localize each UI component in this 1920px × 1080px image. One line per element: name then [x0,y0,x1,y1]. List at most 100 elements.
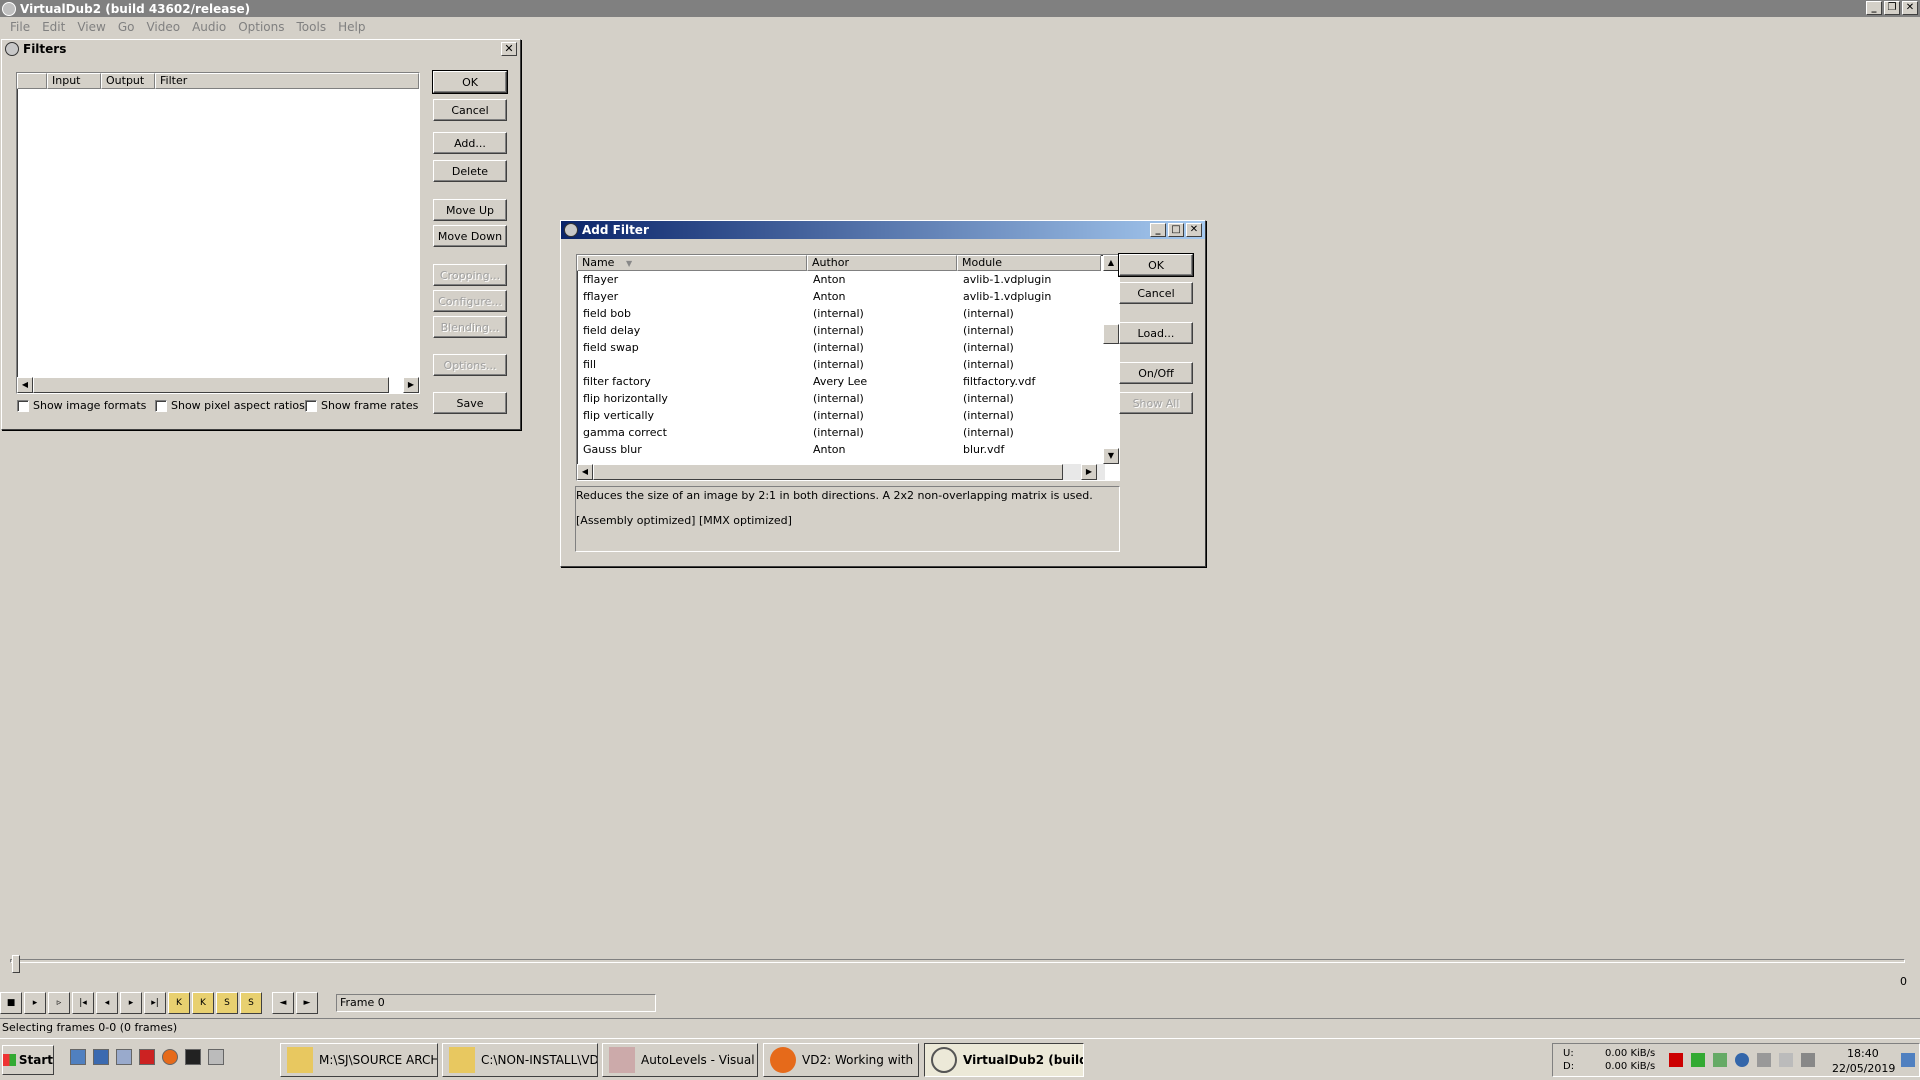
vertical-scrollbar-thumb[interactable] [1103,324,1119,344]
list-item[interactable]: Gauss blur Anton blur.vdf [577,441,1101,458]
add-filter-ok-button[interactable]: OK [1118,253,1194,277]
menu-video[interactable]: Video [140,20,186,34]
explorer-icon[interactable] [93,1049,109,1065]
list-item[interactable]: fflayer Anton avlib-1.vdplugin [577,271,1101,288]
scene-back-icon[interactable]: S [216,992,238,1014]
add-filter-minimize-button[interactable]: _ [1150,223,1166,237]
restore-button[interactable]: ❐ [1884,1,1900,15]
show-pixel-aspect-ratios-checkbox[interactable]: Show pixel aspect ratios [155,399,305,412]
menu-edit[interactable]: Edit [36,20,71,34]
on-off-button[interactable]: On/Off [1119,362,1193,384]
column-header-author[interactable]: Author [807,255,957,271]
show-image-formats-checkbox[interactable]: Show image formats [17,399,146,412]
mark-out-icon[interactable]: ► [296,992,318,1014]
terminal-icon[interactable] [185,1049,201,1065]
move-up-button[interactable]: Move Up [433,199,507,221]
column-header-name[interactable]: Name ▼ [577,255,807,271]
scroll-up-arrow-icon[interactable]: ▲ [1103,255,1119,271]
tray-flag-icon[interactable] [1779,1053,1793,1067]
scene-forward-icon[interactable]: S [240,992,262,1014]
list-item[interactable]: field delay (internal) (internal) [577,322,1101,339]
list-item[interactable]: flip horizontally (internal) (internal) [577,390,1101,407]
play-output-icon[interactable]: ▹ [48,992,70,1014]
next-key-icon[interactable]: K [192,992,214,1014]
show-all-button[interactable]: Show All [1119,392,1193,414]
go-end-icon[interactable]: ▸| [144,992,166,1014]
start-button[interactable]: Start [2,1045,54,1075]
filters-ok-button[interactable]: OK [432,70,508,94]
prev-frame-icon[interactable]: ◂ [96,992,118,1014]
list-item[interactable]: field bob (internal) (internal) [577,305,1101,322]
taskbar-item-source-archive[interactable]: M:\SJ\SOURCE ARCH... [280,1043,438,1077]
timeline-track[interactable] [10,959,1905,963]
taskbar-item-autolevels[interactable]: AutoLevels - Visual C... [602,1043,758,1077]
checkbox-box[interactable] [305,399,317,412]
checkbox-box[interactable] [155,399,167,412]
menu-view[interactable]: View [71,20,111,34]
menu-go[interactable]: Go [112,20,141,34]
list-item[interactable]: filter factory Avery Lee filtfactory.vdf [577,373,1101,390]
horizontal-scrollbar-thumb[interactable] [593,464,1063,480]
tray-red-x-icon[interactable] [1669,1053,1683,1067]
frame-position-field[interactable]: Frame 0 [336,994,656,1012]
add-filter-button[interactable]: Add... [433,132,507,154]
play-input-icon[interactable]: ▸ [24,992,46,1014]
filters-close-button[interactable]: ✕ [501,42,517,56]
load-button[interactable]: Load... [1119,322,1193,344]
blending-button[interactable]: Blending... [433,316,507,338]
filter-list[interactable]: Name ▼ Author Module ▲ ▼ fflayer Anton avl… [576,254,1120,481]
menu-tools[interactable]: Tools [291,20,333,34]
add-filter-close-button[interactable]: ✕ [1186,223,1202,237]
go-start-icon[interactable]: |◂ [72,992,94,1014]
list-item[interactable]: gamma correct (internal) (internal) [577,424,1101,441]
scroll-down-arrow-icon[interactable]: ▼ [1103,448,1119,464]
taskbar-item-firefox[interactable]: VD2: Working with Du... [763,1043,919,1077]
save-button[interactable]: Save [433,392,507,414]
tray-shield-icon[interactable] [1713,1053,1727,1067]
timeline-thumb[interactable] [12,955,20,973]
show-desktop-icon[interactable] [1901,1053,1915,1067]
mark-in-icon[interactable]: ◄ [272,992,294,1014]
clock-date[interactable]: 22/05/2019 [1832,1062,1895,1075]
column-header-input[interactable]: Input [47,73,101,89]
scroll-left-arrow-icon[interactable]: ◀ [577,464,593,480]
scroll-right-arrow-icon[interactable]: ▶ [1081,464,1097,480]
computer-icon[interactable] [208,1049,224,1065]
close-button[interactable]: ✕ [1902,1,1918,15]
column-header-module[interactable]: Module [957,255,1101,271]
tray-network-icon[interactable] [1801,1053,1815,1067]
move-down-button[interactable]: Move Down [433,225,507,247]
menu-file[interactable]: File [4,20,36,34]
taskbar-item-virtualdub[interactable]: VirtualDub2 (build ... [924,1043,1084,1077]
options-button[interactable]: Options... [433,354,507,376]
show-frame-rates-checkbox[interactable]: Show frame rates [305,399,418,412]
column-header-output[interactable]: Output [101,73,155,89]
delete-filter-button[interactable]: Delete [433,160,507,182]
filters-list[interactable]: Input Output Filter ◀ ▶ [16,72,420,394]
app-red-icon[interactable] [139,1049,155,1065]
cropping-button[interactable]: Cropping... [433,264,507,286]
menu-audio[interactable]: Audio [186,20,232,34]
menu-options[interactable]: Options [232,20,290,34]
checkbox-box[interactable] [17,399,29,412]
chart-icon[interactable] [116,1049,132,1065]
scroll-right-arrow-icon[interactable]: ▶ [403,377,419,393]
timeline-slider[interactable] [10,955,1905,973]
stop-icon[interactable]: ■ [0,992,22,1014]
add-filter-maximize-button[interactable]: □ [1168,223,1184,237]
desktop-icon[interactable] [70,1049,86,1065]
add-filter-cancel-button[interactable]: Cancel [1119,282,1193,304]
list-item[interactable]: field swap (internal) (internal) [577,339,1101,356]
minimize-button[interactable]: _ [1866,1,1882,15]
next-frame-icon[interactable]: ▸ [120,992,142,1014]
clock-time[interactable]: 18:40 [1847,1047,1879,1060]
firefox-icon[interactable] [162,1049,178,1065]
configure-button[interactable]: Configure... [433,290,507,312]
column-header-enable[interactable] [17,73,47,89]
taskbar-item-non-install[interactable]: C:\NON-INSTALL\VD... [442,1043,598,1077]
prev-key-icon[interactable]: K [168,992,190,1014]
list-item[interactable]: flip vertically (internal) (internal) [577,407,1101,424]
list-item[interactable]: fill (internal) (internal) [577,356,1101,373]
filters-cancel-button[interactable]: Cancel [433,99,507,121]
column-header-filter[interactable]: Filter [155,73,419,89]
